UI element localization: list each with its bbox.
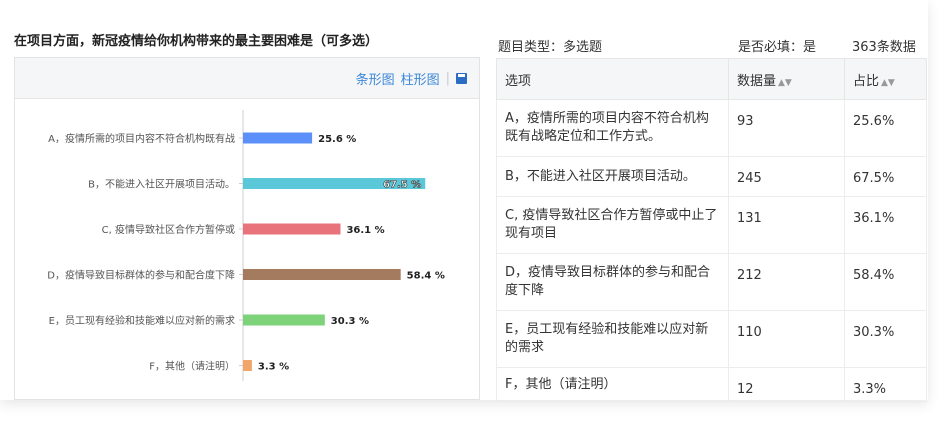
required-flag: 是否必填：是 (738, 40, 817, 55)
row-percent: 25.6% (844, 99, 927, 157)
bar[interactable] (243, 269, 401, 280)
category-label: C, 疫情导致社区合作方暂停或 (102, 223, 235, 236)
view-switcher: 条形图 柱形图 | (356, 69, 467, 88)
table-row: C, 疫情导致社区合作方暂停或中止了现有项目 131 36.1% (496, 196, 927, 254)
col-count[interactable]: 数据量 ▲▼ (728, 58, 845, 100)
table-row: B，不能进入社区开展项目活动。 245 67.5% (496, 156, 927, 197)
bar[interactable] (243, 132, 313, 144)
category-label: A，疫情所需的项目内容不符合机构既有战 (48, 132, 235, 145)
col-percent[interactable]: 占比 ▲▼ (844, 58, 927, 100)
sort-icon[interactable]: ▲▼ (778, 78, 792, 88)
row-count: 110 (728, 310, 845, 368)
col-option: 选项 (496, 58, 729, 100)
row-percent: 30.3% (844, 310, 927, 368)
row-percent: 36.1% (844, 196, 927, 254)
row-option: F，其他（请注明） (496, 367, 729, 402)
table-row: D，疫情导致目标群体的参与和配合度下降 212 58.4% (496, 253, 927, 311)
data-label: 3.3 % (258, 362, 289, 373)
row-count: 93 (728, 99, 845, 157)
question-title: 在项目方面，新冠疫情给你机构带来的最主要困难是（可多选） (14, 34, 379, 49)
row-option: D，疫情导致目标群体的参与和配合度下降 (496, 253, 729, 311)
bar[interactable] (243, 360, 252, 371)
row-percent: 67.5% (844, 156, 927, 197)
results-table: 选项 数据量 ▲▼ 占比 ▲▼ A，疫情所需的项目内容不符合机构既有战略定位和工作方… (496, 58, 927, 402)
category-label: E，员工现有经验和技能难以应对新的需求 (49, 314, 235, 327)
bar[interactable] (243, 314, 325, 326)
table-row: A，疫情所需的项目内容不符合机构既有战略定位和工作方式。 93 25.6% (496, 99, 927, 157)
row-percent: 58.4% (844, 253, 927, 311)
table-header-row: 选项 数据量 ▲▼ 占比 ▲▼ (496, 58, 927, 100)
row-option: C, 疫情导致社区合作方暂停或中止了现有项目 (496, 196, 729, 254)
question-card: 在项目方面，新冠疫情给你机构带来的最主要困难是（可多选） 条形图 柱形图 | A… (0, 0, 928, 402)
row-option: B，不能进入社区开展项目活动。 (496, 156, 729, 197)
column-chart-link[interactable]: 柱形图 (401, 69, 440, 88)
chart-toolbar: 条形图 柱形图 | (15, 58, 479, 99)
divider: | (445, 71, 450, 86)
question-type: 题目类型：多选题 (498, 40, 603, 55)
row-count: 12 (728, 367, 845, 402)
row-count: 212 (728, 253, 845, 311)
row-option: E，员工现有经验和技能难以应对新的需求 (496, 310, 729, 368)
data-label: 67.5 % (383, 180, 421, 191)
category-label: D，疫情导致目标群体的参与和配合度下降 (47, 269, 235, 282)
row-option: A，疫情所需的项目内容不符合机构既有战略定位和工作方式。 (496, 99, 729, 157)
bar[interactable] (243, 223, 341, 235)
row-percent: 3.3% (844, 367, 927, 402)
data-label: 36.1 % (346, 225, 384, 236)
bar-chart-link[interactable]: 条形图 (356, 69, 395, 88)
category-label: B，不能进入社区开展项目活动。 (88, 178, 235, 191)
chart-panel: 条形图 柱形图 | A，疫情所需的项目内容不符合机构既有战 25.6 % B，不能进… (14, 57, 480, 400)
bar-chart: A，疫情所需的项目内容不符合机构既有战 25.6 % B，不能进入社区开展项目活动。… (47, 110, 445, 381)
table-row: F，其他（请注明） 12 3.3% (496, 367, 927, 402)
category-label: F，其他（请注明） (149, 360, 235, 373)
record-count: 363条数据 (852, 40, 916, 55)
table-row: E，员工现有经验和技能难以应对新的需求 110 30.3% (496, 310, 927, 368)
row-count: 131 (728, 196, 845, 254)
data-label: 58.4 % (407, 271, 445, 282)
data-label: 30.3 % (331, 316, 369, 327)
save-icon[interactable] (456, 73, 467, 84)
data-label: 25.6 % (318, 134, 356, 145)
sort-icon[interactable]: ▲▼ (881, 78, 895, 88)
row-count: 245 (728, 156, 845, 197)
